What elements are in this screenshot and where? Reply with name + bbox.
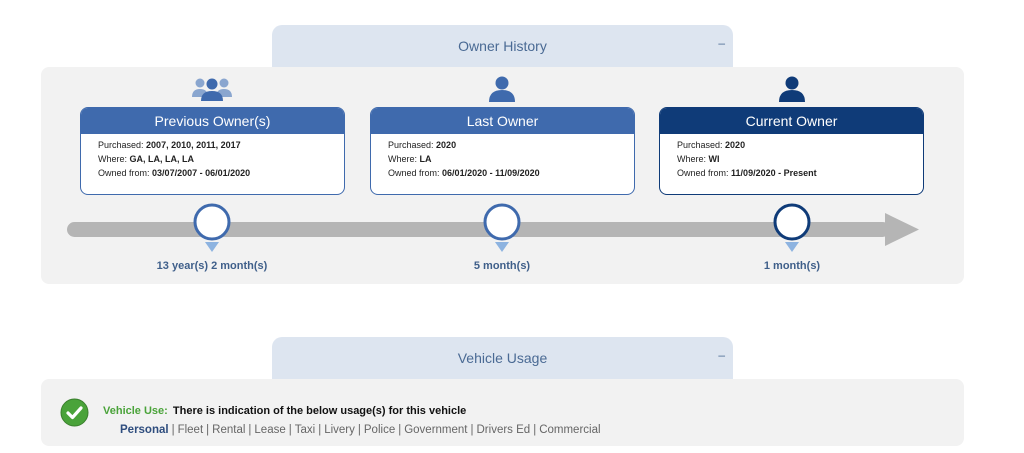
owned-row: Owned from: 11/09/2020 - Present xyxy=(677,168,817,178)
usage-item-police: Police xyxy=(363,424,396,436)
purchased-row: Purchased: 2020 xyxy=(677,140,746,150)
previous-owner-duration: 13 year(s) 2 month(s) xyxy=(156,260,268,272)
vehicle-use-label: Vehicle Use: xyxy=(103,405,168,417)
last-owner-duration: 5 month(s) xyxy=(473,260,531,272)
where-row: Where: WI xyxy=(677,154,720,164)
check-circle-icon xyxy=(60,398,89,427)
vehicle-usage-collapse-icon[interactable]: – xyxy=(718,349,725,361)
previous-owner-card: Previous Owner(s) Purchased: 2007, 2010,… xyxy=(80,107,345,195)
current-owner-duration: 1 month(s) xyxy=(763,260,821,272)
vehicle-usage-tab[interactable]: Vehicle Usage – xyxy=(272,337,733,379)
where-row: Where: GA, LA, LA, LA xyxy=(98,154,195,164)
where-row: Where: LA xyxy=(388,154,432,164)
owned-row: Owned from: 06/01/2020 - 11/09/2020 xyxy=(388,168,540,178)
current-owner-title: Current Owner xyxy=(660,108,923,134)
vehicle-use-statement: Vehicle Use: There is indication of the … xyxy=(103,405,466,417)
usage-item-fleet: Fleet xyxy=(177,424,204,436)
usage-item-livery: Livery xyxy=(324,424,355,436)
previous-owner-title: Previous Owner(s) xyxy=(81,108,344,134)
owner-history-tab[interactable]: Owner History – xyxy=(272,25,733,67)
last-owner-title: Last Owner xyxy=(371,108,634,134)
owner-history-title: Owner History xyxy=(458,38,547,54)
person-icon xyxy=(489,76,515,102)
usage-item-lease: Lease xyxy=(254,424,286,436)
usage-item-personal: Personal xyxy=(120,424,169,436)
owner-history-collapse-icon[interactable]: – xyxy=(718,37,725,49)
person-icon xyxy=(779,76,805,102)
usage-item-government: Government xyxy=(404,424,468,436)
last-owner-card: Last Owner Purchased: 2020 Where: LA Own… xyxy=(370,107,635,195)
vehicle-use-text: There is indication of the below usage(s… xyxy=(172,405,467,417)
purchased-row: Purchased: 2007, 2010, 2011, 2017 xyxy=(98,140,241,150)
vehicle-usage-title: Vehicle Usage xyxy=(457,350,548,366)
usage-item-commercial: Commercial xyxy=(539,424,601,436)
current-owner-card: Current Owner Purchased: 2020 Where: WI … xyxy=(659,107,924,195)
usage-item-rental: Rental xyxy=(212,424,246,436)
usage-item-taxi: Taxi xyxy=(294,424,316,436)
group-icon xyxy=(192,78,232,101)
owned-row: Owned from: 03/07/2007 - 06/01/2020 xyxy=(98,168,251,178)
purchased-row: Purchased: 2020 xyxy=(388,140,457,150)
usage-list: Personal | Fleet | Rental | Lease | Taxi | Livery |… xyxy=(120,424,601,436)
usage-item-drivers-ed: Drivers Ed xyxy=(476,424,531,436)
